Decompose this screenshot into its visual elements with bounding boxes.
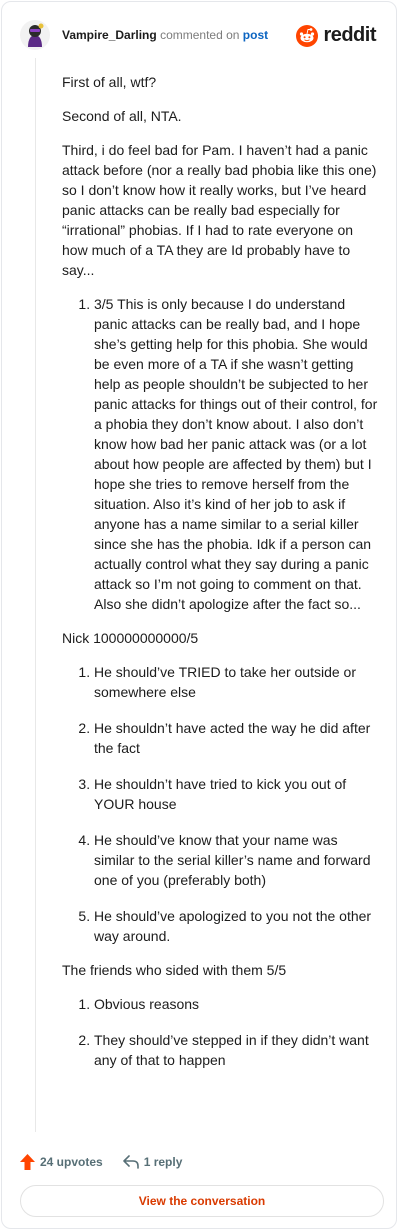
paragraph: First of all, wtf? xyxy=(62,74,157,90)
list-item: They should’ve stepped in if they didn’t… xyxy=(94,1030,380,1070)
list-item: He should’ve know that your name was sim… xyxy=(94,830,380,890)
list-item: He shouldn’t have tried to kick you out … xyxy=(94,774,380,814)
username[interactable]: Vampire_Darling xyxy=(62,28,157,42)
reddit-wordmark: reddit xyxy=(323,24,376,46)
friends-list: Obvious reasons They should’ve stepped i… xyxy=(62,994,380,1070)
nick-list: He should’ve TRIED to take her outside o… xyxy=(62,662,380,946)
comment-card: Vampire_Darling commented on post reddit… xyxy=(1,1,397,1229)
action-text: commented on xyxy=(160,28,240,42)
list-item: Obvious reasons xyxy=(94,994,380,1014)
upvote-arrow-icon xyxy=(20,1154,35,1170)
comment-meta: Vampire_Darling commented on post xyxy=(62,28,268,42)
paragraph: Second of all, NTA. xyxy=(62,108,182,124)
upvote-button[interactable]: 24 upvotes xyxy=(20,1154,103,1170)
reddit-icon xyxy=(296,24,319,47)
pam-rating-list: 3/5 This is only because I do understand… xyxy=(62,294,380,614)
list-item: He should’ve TRIED to take her outside o… xyxy=(94,662,380,702)
comment-body: First of all, wtf? Second of all, NTA. T… xyxy=(62,72,380,1084)
comment-footer: 24 upvotes 1 reply xyxy=(20,1152,202,1172)
friends-heading: The friends who sided with them 5/5 xyxy=(62,962,287,978)
comment-header: Vampire_Darling commented on post reddit xyxy=(20,20,378,50)
nick-heading: Nick 100000000000/5 xyxy=(62,630,199,646)
list-item: He should’ve apologized to you not the o… xyxy=(94,906,380,946)
list-item: He shouldn’t have acted the way he did a… xyxy=(94,718,380,758)
reply-icon xyxy=(122,1155,139,1169)
reply-count: 1 reply xyxy=(143,1155,183,1169)
post-link[interactable]: post xyxy=(243,28,268,42)
paragraph: Third, i do feel bad for Pam. I haven’t … xyxy=(62,142,377,278)
thread-line xyxy=(35,58,36,1132)
view-conversation-button[interactable]: View the conversation xyxy=(20,1185,384,1217)
list-item: 3/5 This is only because I do understand… xyxy=(94,294,380,614)
reply-button[interactable]: 1 reply xyxy=(122,1155,183,1169)
avatar[interactable] xyxy=(20,20,50,50)
reddit-logo: reddit xyxy=(296,24,376,47)
upvote-count: 24 upvotes xyxy=(40,1155,103,1169)
